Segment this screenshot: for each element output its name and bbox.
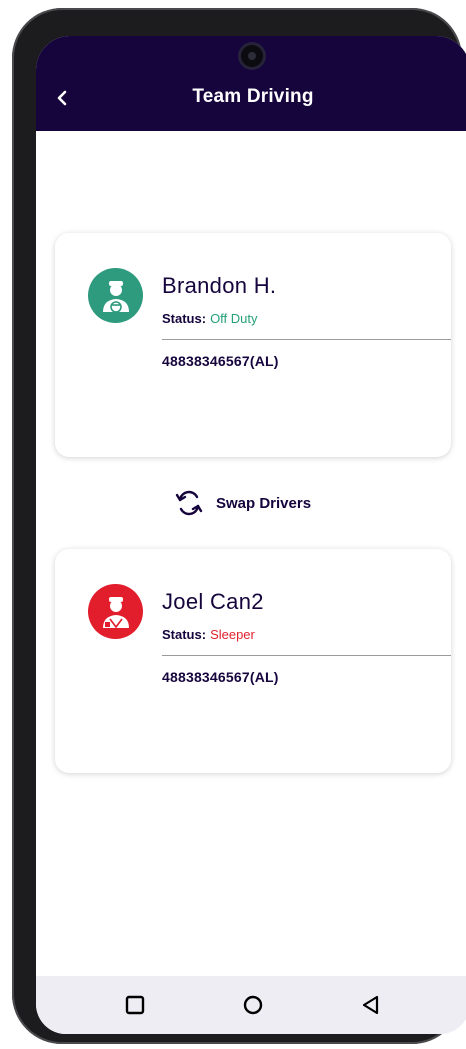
divider	[162, 339, 451, 340]
recent-apps-button[interactable]	[115, 985, 155, 1025]
driver-name: Brandon H.	[162, 273, 277, 298]
page-title: Team Driving	[192, 86, 314, 107]
system-back-button[interactable]	[351, 985, 391, 1025]
driver-status: Status: Off Duty	[162, 311, 258, 326]
back-triangle-icon	[362, 995, 379, 1015]
main-content: Brandon H. Status: Off Duty 48838346567(A…	[36, 131, 466, 981]
status-value: Sleeper	[210, 627, 255, 642]
status-value: Off Duty	[210, 311, 258, 326]
home-icon	[243, 995, 263, 1015]
app-bar: Team Driving	[36, 36, 466, 131]
front-camera	[241, 45, 263, 67]
driver-status: Status: Sleeper	[162, 627, 255, 642]
phone-frame: Team Driving Brandon H. Status:Off Duty	[12, 8, 466, 1044]
driver-avatar	[88, 268, 143, 323]
status-label: Status:	[162, 311, 207, 326]
recent-apps-icon	[125, 995, 145, 1015]
swap-drivers-label: Swap Drivers	[216, 494, 312, 512]
driver-avatar	[88, 584, 143, 639]
driver-name: Joel Can2	[162, 589, 264, 614]
home-button[interactable]	[233, 985, 273, 1025]
driver-icon	[102, 596, 129, 628]
driver-icon	[102, 280, 129, 313]
driver-card-joel[interactable]: Joel Can2 Status: Sleeper 48838346567(AL)	[55, 549, 451, 773]
swap-drivers-button[interactable]: Swap Drivers	[174, 486, 311, 520]
driver-license-id: 48838346567(AL)	[162, 353, 279, 369]
divider	[162, 655, 451, 656]
status-label: Status:	[162, 627, 207, 642]
screen: Team Driving Brandon H. Status:Off Duty	[36, 36, 466, 1034]
system-nav-bar	[36, 976, 466, 1034]
driver-license-id: 48838346567(AL)	[162, 669, 279, 685]
driver-card-brandon[interactable]: Brandon H. Status: Off Duty 48838346567(A…	[55, 233, 451, 457]
swap-arrows-icon	[175, 490, 203, 516]
